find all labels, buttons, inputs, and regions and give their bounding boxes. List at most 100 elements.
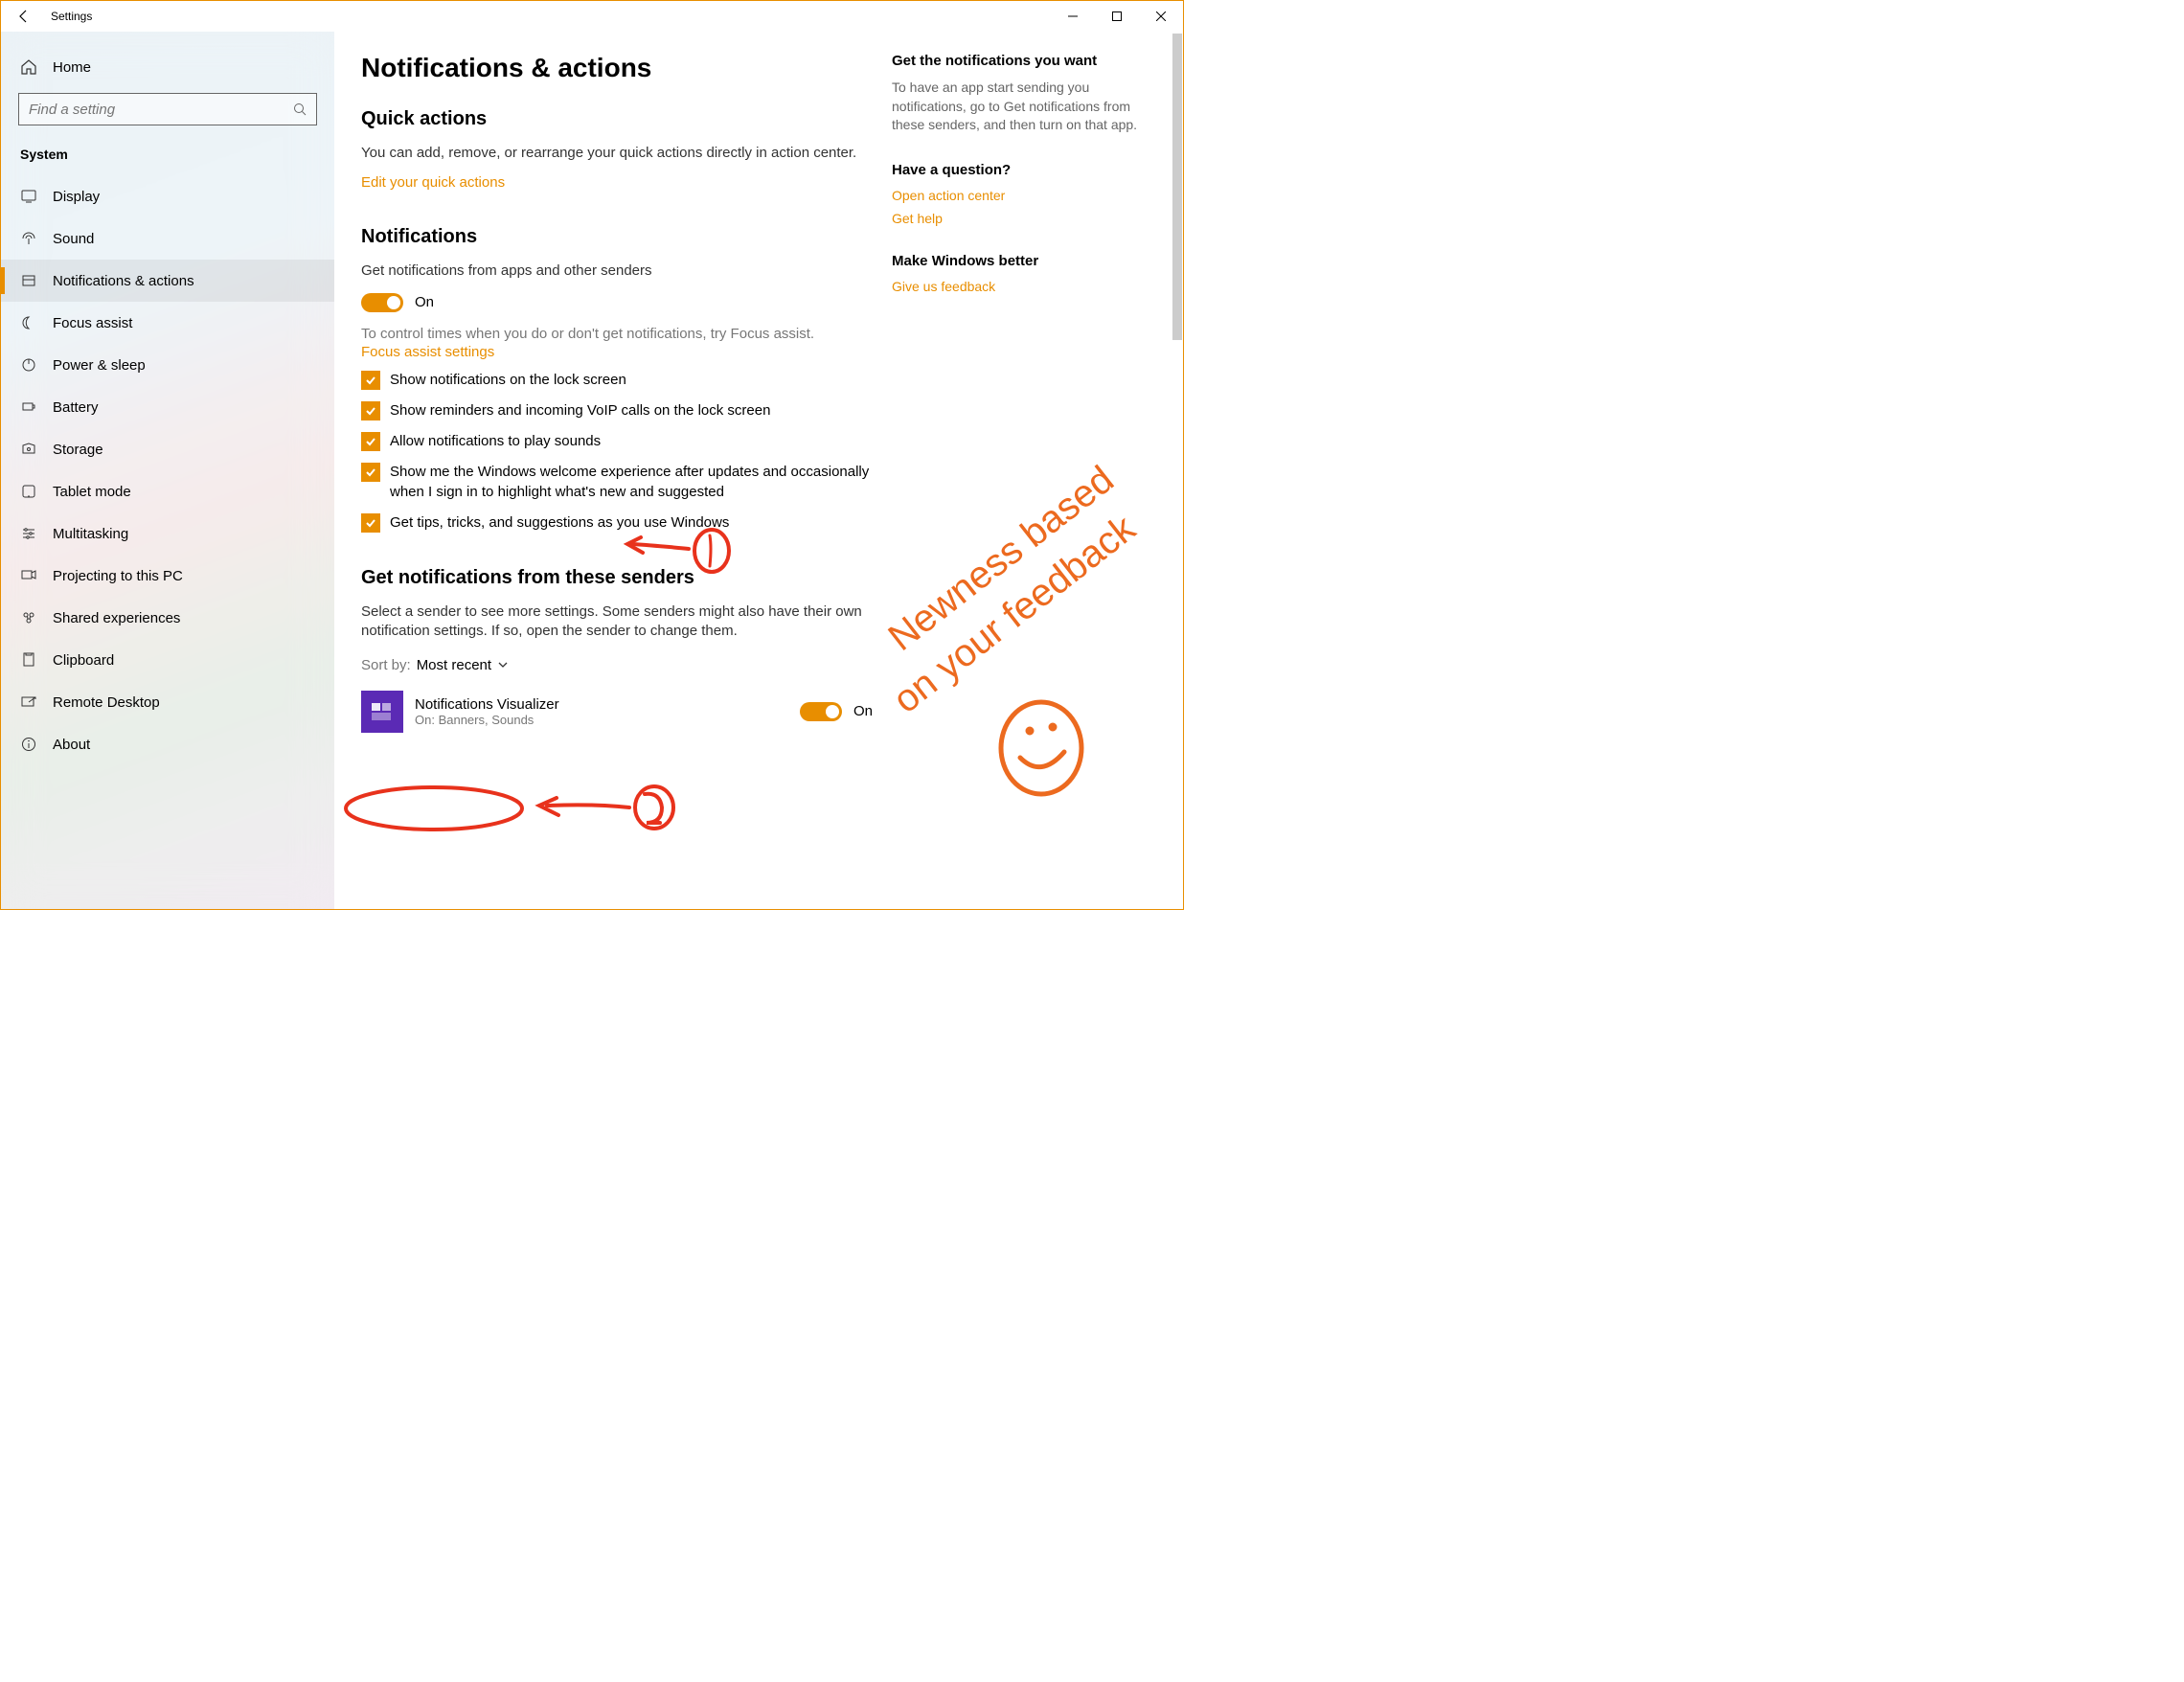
sidebar-item-about[interactable]: About (1, 723, 334, 765)
notification-check-4: Get tips, tricks, and suggestions as you… (361, 513, 873, 533)
nav-label: Storage (53, 442, 103, 458)
give-feedback-link[interactable]: Give us feedback (892, 279, 1158, 294)
checkbox[interactable] (361, 401, 380, 420)
nav-label: Shared experiences (53, 610, 180, 626)
sidebar-item-remote-desktop[interactable]: Remote Desktop (1, 681, 334, 723)
check-icon (364, 435, 377, 448)
minimize-icon (1068, 11, 1078, 21)
checkbox-label: Show notifications on the lock screen (390, 371, 626, 390)
sender-toggle-state: On (853, 703, 873, 719)
nav-icon (20, 525, 37, 542)
scrollbar-thumb[interactable] (1172, 34, 1182, 340)
nav-icon (20, 567, 37, 584)
section-label: System (1, 139, 334, 175)
sidebar-item-battery[interactable]: Battery (1, 386, 334, 428)
home-button[interactable]: Home (1, 49, 334, 85)
nav-label: Power & sleep (53, 357, 146, 374)
sender-sub: On: Banners, Sounds (415, 713, 800, 727)
checkbox-label: Show me the Windows welcome experience a… (390, 463, 873, 502)
nav-icon (20, 693, 37, 711)
nav-icon (20, 188, 37, 205)
nav-icon (20, 272, 37, 289)
side-block1-title: Get the notifications you want (892, 53, 1158, 69)
check-icon (364, 516, 377, 530)
nav-label: Display (53, 189, 100, 205)
nav-icon (20, 736, 37, 753)
nav-label: About (53, 737, 90, 753)
sidebar-item-power-sleep[interactable]: Power & sleep (1, 344, 334, 386)
home-icon (20, 58, 37, 76)
close-button[interactable] (1139, 1, 1183, 32)
search-icon (293, 102, 307, 116)
nav-icon (20, 483, 37, 500)
checkbox[interactable] (361, 463, 380, 482)
sort-by-label: Sort by: (361, 657, 411, 673)
side-block2-title: Have a question? (892, 162, 1158, 178)
maximize-button[interactable] (1095, 1, 1139, 32)
back-button[interactable] (14, 7, 34, 26)
senders-heading: Get notifications from these senders (361, 567, 873, 589)
home-label: Home (53, 59, 91, 76)
checkbox[interactable] (361, 513, 380, 533)
nav-icon (20, 651, 37, 669)
sender-row[interactable]: Notifications VisualizerOn: Banners, Sou… (361, 685, 873, 739)
notifications-heading: Notifications (361, 226, 873, 248)
sidebar-item-multitasking[interactable]: Multitasking (1, 512, 334, 555)
titlebar: Settings (1, 1, 1183, 32)
nav-label: Notifications & actions (53, 273, 194, 289)
sidebar-item-storage[interactable]: Storage (1, 428, 334, 470)
get-help-link[interactable]: Get help (892, 211, 1158, 226)
scrollbar[interactable] (1172, 32, 1183, 909)
notification-check-0: Show notifications on the lock screen (361, 371, 873, 390)
window-title: Settings (51, 10, 92, 23)
sidebar-item-focus-assist[interactable]: Focus assist (1, 302, 334, 344)
nav-label: Remote Desktop (53, 694, 160, 711)
nav-icon (20, 609, 37, 626)
sidebar-item-sound[interactable]: Sound (1, 217, 334, 260)
sidebar-item-notifications-actions[interactable]: Notifications & actions (1, 260, 334, 302)
sidebar-item-display[interactable]: Display (1, 175, 334, 217)
arrow-left-icon (16, 9, 32, 24)
sort-by-value: Most recent (417, 657, 491, 673)
quick-actions-heading: Quick actions (361, 108, 873, 130)
nav-label: Focus assist (53, 315, 132, 331)
nav-label: Multitasking (53, 526, 128, 542)
notification-check-2: Allow notifications to play sounds (361, 432, 873, 451)
nav-label: Projecting to this PC (53, 568, 183, 584)
nav-icon (20, 356, 37, 374)
nav-icon (20, 441, 37, 458)
minimize-button[interactable] (1051, 1, 1095, 32)
checkbox-label: Get tips, tricks, and suggestions as you… (390, 513, 729, 533)
nav-icon (20, 314, 37, 331)
sidebar-item-clipboard[interactable]: Clipboard (1, 639, 334, 681)
nav-label: Clipboard (53, 652, 114, 669)
focus-assist-hint: To control times when you do or don't ge… (361, 326, 873, 342)
sidebar-item-tablet-mode[interactable]: Tablet mode (1, 470, 334, 512)
checkbox[interactable] (361, 371, 380, 390)
nav-icon (20, 230, 37, 247)
quick-actions-desc: You can add, remove, or rearrange your q… (361, 144, 873, 163)
notifications-toggle[interactable] (361, 293, 403, 312)
sidebar-item-projecting-to-this-pc[interactable]: Projecting to this PC (1, 555, 334, 597)
sender-name: Notifications Visualizer (415, 696, 800, 713)
sidebar-item-shared-experiences[interactable]: Shared experiences (1, 597, 334, 639)
search-field[interactable] (29, 102, 293, 118)
nav-label: Sound (53, 231, 94, 247)
check-icon (364, 374, 377, 387)
sender-toggle[interactable] (800, 702, 842, 721)
checkbox[interactable] (361, 432, 380, 451)
sort-by-dropdown[interactable]: Sort by: Most recent (361, 657, 873, 673)
check-icon (364, 466, 377, 479)
focus-assist-link[interactable]: Focus assist settings (361, 344, 494, 360)
notifications-toggle-state: On (415, 294, 434, 310)
side-block3-title: Make Windows better (892, 253, 1158, 269)
check-icon (364, 404, 377, 418)
senders-desc: Select a sender to see more settings. So… (361, 602, 873, 642)
notification-check-3: Show me the Windows welcome experience a… (361, 463, 873, 502)
notifications-toggle-label: Get notifications from apps and other se… (361, 261, 873, 281)
open-action-center-link[interactable]: Open action center (892, 188, 1158, 203)
chevron-down-icon (497, 659, 509, 671)
edit-quick-actions-link[interactable]: Edit your quick actions (361, 174, 505, 191)
search-input[interactable] (18, 93, 317, 125)
sender-app-icon (361, 691, 403, 733)
